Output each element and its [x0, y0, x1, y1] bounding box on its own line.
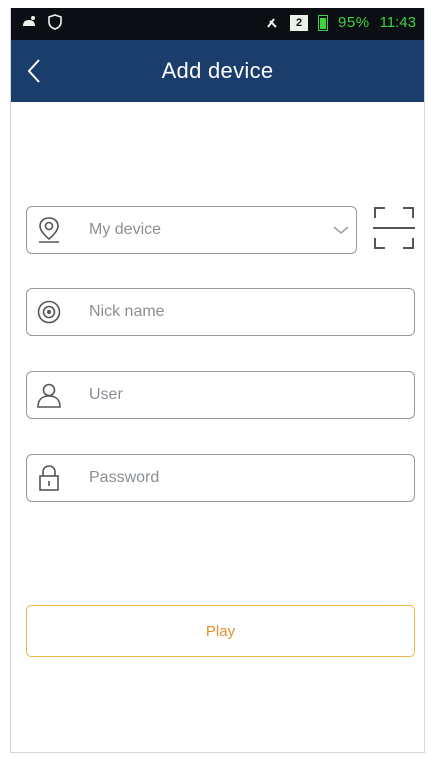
status-bar-left — [21, 14, 63, 30]
device-select-value: My device — [89, 221, 162, 238]
phone-screen: 2 95% 11:43 Add device My device Nick na… — [10, 8, 425, 753]
nick-name-field[interactable] — [26, 288, 415, 336]
lock-icon — [27, 455, 71, 501]
page-title: Add device — [161, 58, 274, 83]
signal-icon: 2 — [290, 14, 309, 31]
device-select[interactable]: My device — [26, 206, 357, 254]
clock: 11:43 — [379, 14, 416, 31]
battery-percent: 95% — [338, 14, 370, 31]
password-field[interactable] — [26, 454, 415, 502]
password-input[interactable] — [71, 454, 414, 502]
qr-scan-button[interactable] — [373, 206, 415, 250]
chevron-down-icon — [326, 225, 356, 235]
status-bar: 2 95% 11:43 — [11, 8, 424, 40]
battery-icon — [318, 14, 329, 31]
user-field[interactable] — [26, 371, 415, 419]
shield-icon — [48, 14, 62, 30]
mute-icon — [267, 17, 277, 28]
play-button[interactable]: Play — [26, 605, 415, 657]
user-input[interactable] — [71, 371, 414, 419]
app-bar: Add device — [11, 40, 424, 102]
nick-name-input[interactable] — [71, 288, 414, 336]
camera-icon — [27, 289, 71, 335]
user-icon — [27, 372, 71, 418]
device-location-icon — [27, 207, 71, 253]
app-icon — [23, 16, 35, 26]
qr-scan-icon — [373, 207, 415, 249]
status-bar-right: 2 95% 11:43 — [264, 14, 416, 31]
